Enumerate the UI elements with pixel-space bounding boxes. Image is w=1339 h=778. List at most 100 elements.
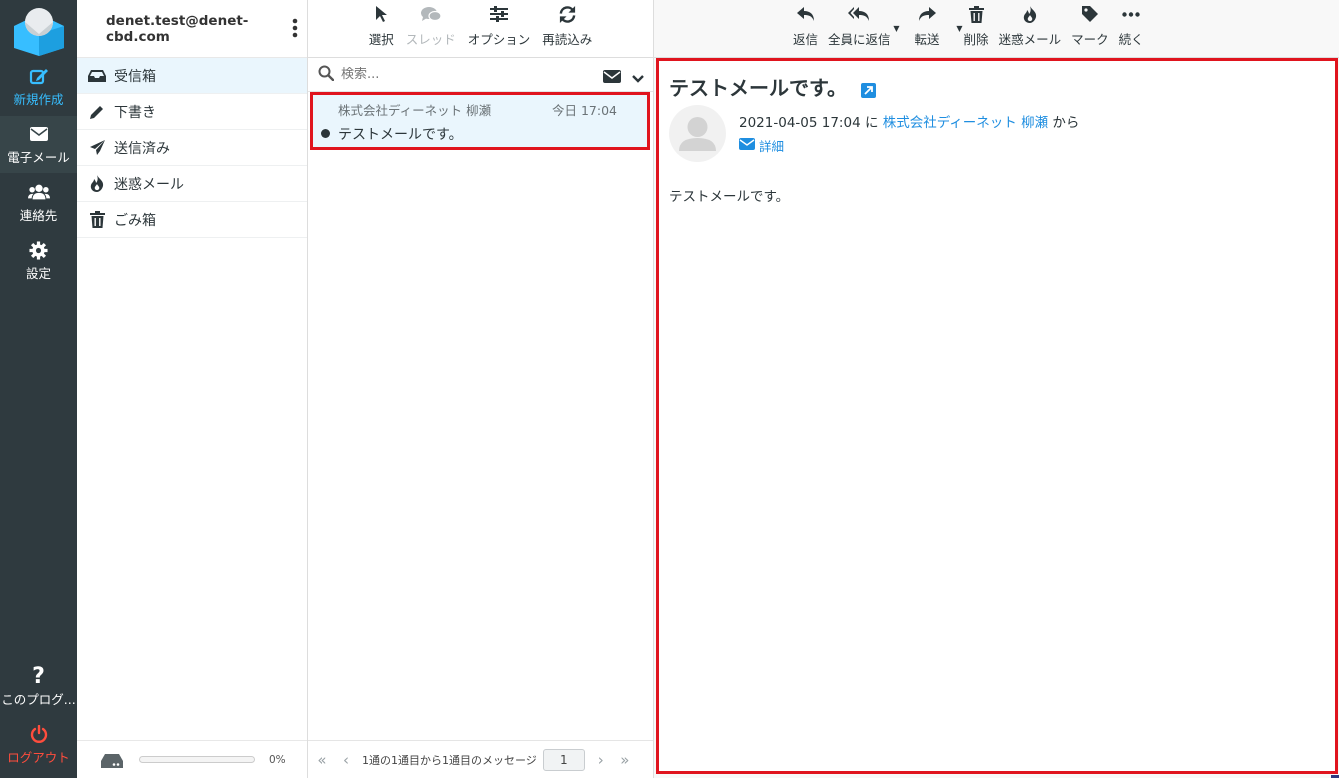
message-title: テストメールです。 — [669, 76, 847, 100]
tag-icon — [1079, 3, 1101, 25]
question-icon: ? — [32, 663, 45, 689]
quota-percent: 0% — [269, 753, 286, 766]
folder-label: 迷惑メール — [114, 176, 184, 193]
message-meta: 2021-04-05 17:04 に 株式会社ディーネット 柳瀬 から — [739, 111, 1079, 131]
external-link-icon[interactable] — [861, 79, 876, 98]
threads-label: スレッド — [405, 32, 456, 47]
options-button[interactable]: オプション — [462, 0, 537, 57]
nav-contacts[interactable]: 連絡先 — [0, 174, 77, 231]
details-link[interactable]: 詳細 — [739, 136, 784, 155]
main-nav-rail: 新規作成 電子メール 連絡先 設定 ? このプログ... ログアウト — [0, 0, 77, 778]
select-label: 選択 — [368, 32, 394, 47]
forward-button[interactable]: 転送 ▼ — [910, 0, 963, 57]
folder-label: 下書き — [114, 104, 156, 121]
threads-button[interactable]: スレッド — [400, 0, 462, 57]
reply-all-label: 全員に返信 — [828, 32, 891, 47]
from-suffix: から — [1052, 115, 1080, 131]
envelope-icon — [739, 138, 755, 153]
page-number-input[interactable]: 1 — [542, 748, 585, 771]
more-button[interactable]: 続く — [1114, 0, 1149, 57]
message-list-item[interactable]: 株式会社ディーネット 柳瀬 今日 17:04 テストメールです。 — [310, 92, 650, 150]
next-page-icon[interactable]: › — [589, 748, 613, 772]
message-subject: テストメールです。 — [338, 127, 463, 143]
forward-label: 転送 — [914, 32, 940, 47]
refresh-button[interactable]: 再読込み — [536, 0, 598, 57]
search-scope-envelope-icon[interactable] — [603, 68, 621, 87]
search-bar — [308, 58, 653, 92]
roundcube-logo[interactable] — [12, 4, 66, 56]
options-label: オプション — [467, 32, 531, 47]
envelope-icon — [28, 123, 50, 145]
pencil-icon — [87, 102, 107, 122]
nav-about[interactable]: ? このプログ... — [0, 658, 77, 715]
account-menu-icon[interactable] — [291, 18, 299, 38]
message-date: 今日 17:04 — [552, 103, 617, 118]
compose-label: 新規作成 — [13, 92, 64, 107]
folder-drafts[interactable]: 下書き — [77, 94, 307, 130]
power-icon — [28, 723, 50, 745]
reply-label: 返信 — [793, 32, 819, 47]
reply-all-dropdown-icon[interactable]: ▼ — [893, 24, 899, 33]
details-label: 詳細 — [759, 139, 785, 154]
forward-icon — [916, 3, 938, 25]
folder-label: ごみ箱 — [114, 212, 156, 229]
cursor-icon — [370, 3, 392, 25]
account-email: denet.test@denet-cbd.com — [106, 12, 249, 45]
settings-label: 設定 — [25, 266, 51, 281]
pagination: « ‹ 1通の1通目から1通目のメッセージ 1 › » — [308, 740, 653, 778]
inbox-icon — [87, 66, 107, 86]
chevron-down-icon[interactable] — [632, 69, 644, 88]
message-datetime: 2021-04-05 17:04 — [739, 115, 861, 131]
reply-all-button[interactable]: 全員に返信 ▼ — [823, 0, 900, 57]
spam-label: 迷惑メール — [998, 32, 1062, 47]
sliders-icon — [488, 3, 510, 25]
trash-icon — [965, 3, 987, 25]
reply-icon — [795, 3, 817, 25]
refresh-icon — [556, 3, 578, 25]
reply-button[interactable]: 返信 — [788, 0, 823, 57]
message-header-subject: テストメールです。 — [669, 72, 876, 101]
delete-button[interactable]: 削除 — [959, 0, 994, 57]
folder-trash[interactable]: ごみ箱 — [77, 202, 307, 238]
nav-settings[interactable]: 設定 — [0, 232, 77, 289]
first-page-icon[interactable]: « — [310, 748, 334, 772]
hard-drive-icon — [101, 753, 123, 768]
paper-plane-icon — [87, 138, 107, 158]
quota-indicator: 0% — [77, 740, 307, 778]
folder-label: 送信済み — [114, 140, 170, 157]
message-sender: 株式会社ディーネット 柳瀬 — [338, 103, 492, 118]
quota-bar — [139, 756, 255, 763]
prev-page-icon[interactable]: ‹ — [334, 748, 358, 772]
more-label: 続く — [1118, 32, 1144, 47]
logout-button[interactable]: ログアウト — [0, 716, 77, 773]
reply-all-icon — [848, 3, 870, 25]
folder-sent[interactable]: 送信済み — [77, 130, 307, 166]
last-page-icon[interactable]: » — [613, 748, 637, 772]
message-toolbar: 返信 全員に返信 ▼ 転送 ▼ 削除 迷惑メール マーク 続く — [654, 0, 1339, 58]
gear-icon — [28, 239, 50, 261]
contacts-label: 連絡先 — [19, 208, 58, 223]
compose-button[interactable]: 新規作成 — [0, 58, 77, 115]
folder-junk[interactable]: 迷惑メール — [77, 166, 307, 202]
to-prefix: に — [864, 115, 879, 131]
about-label: このプログ... — [1, 692, 76, 707]
users-icon — [27, 181, 50, 203]
search-input[interactable] — [341, 67, 581, 82]
select-button[interactable]: 選択 — [363, 0, 400, 57]
unread-dot-icon[interactable] — [321, 129, 330, 138]
logout-label: ログアウト — [7, 750, 70, 765]
mark-button[interactable]: マーク — [1066, 0, 1114, 57]
mail-label: 電子メール — [7, 150, 70, 165]
list-toolbar: 選択 スレッド オプション 再読込み — [308, 0, 653, 58]
search-icon[interactable] — [318, 65, 335, 85]
page-info: 1通の1通目から1通目のメッセージ — [362, 753, 537, 767]
message-body: テストメールです。 — [669, 189, 790, 205]
sender-link[interactable]: 株式会社ディーネット 柳瀬 — [883, 115, 1048, 131]
nav-mail[interactable]: 電子メール — [0, 116, 77, 173]
folder-inbox[interactable]: 受信箱 — [77, 58, 307, 94]
trash-icon — [87, 210, 107, 230]
message-list-panel: 選択 スレッド オプション 再読込み 検索... 株式会社ディーネット 柳瀬 今… — [308, 0, 654, 778]
spam-button[interactable]: 迷惑メール — [994, 0, 1067, 57]
app-window: 新規作成 電子メール 連絡先 設定 ? このプログ... ログアウト denet… — [0, 0, 1339, 778]
account-header: denet.test@denet-cbd.com — [77, 0, 307, 58]
